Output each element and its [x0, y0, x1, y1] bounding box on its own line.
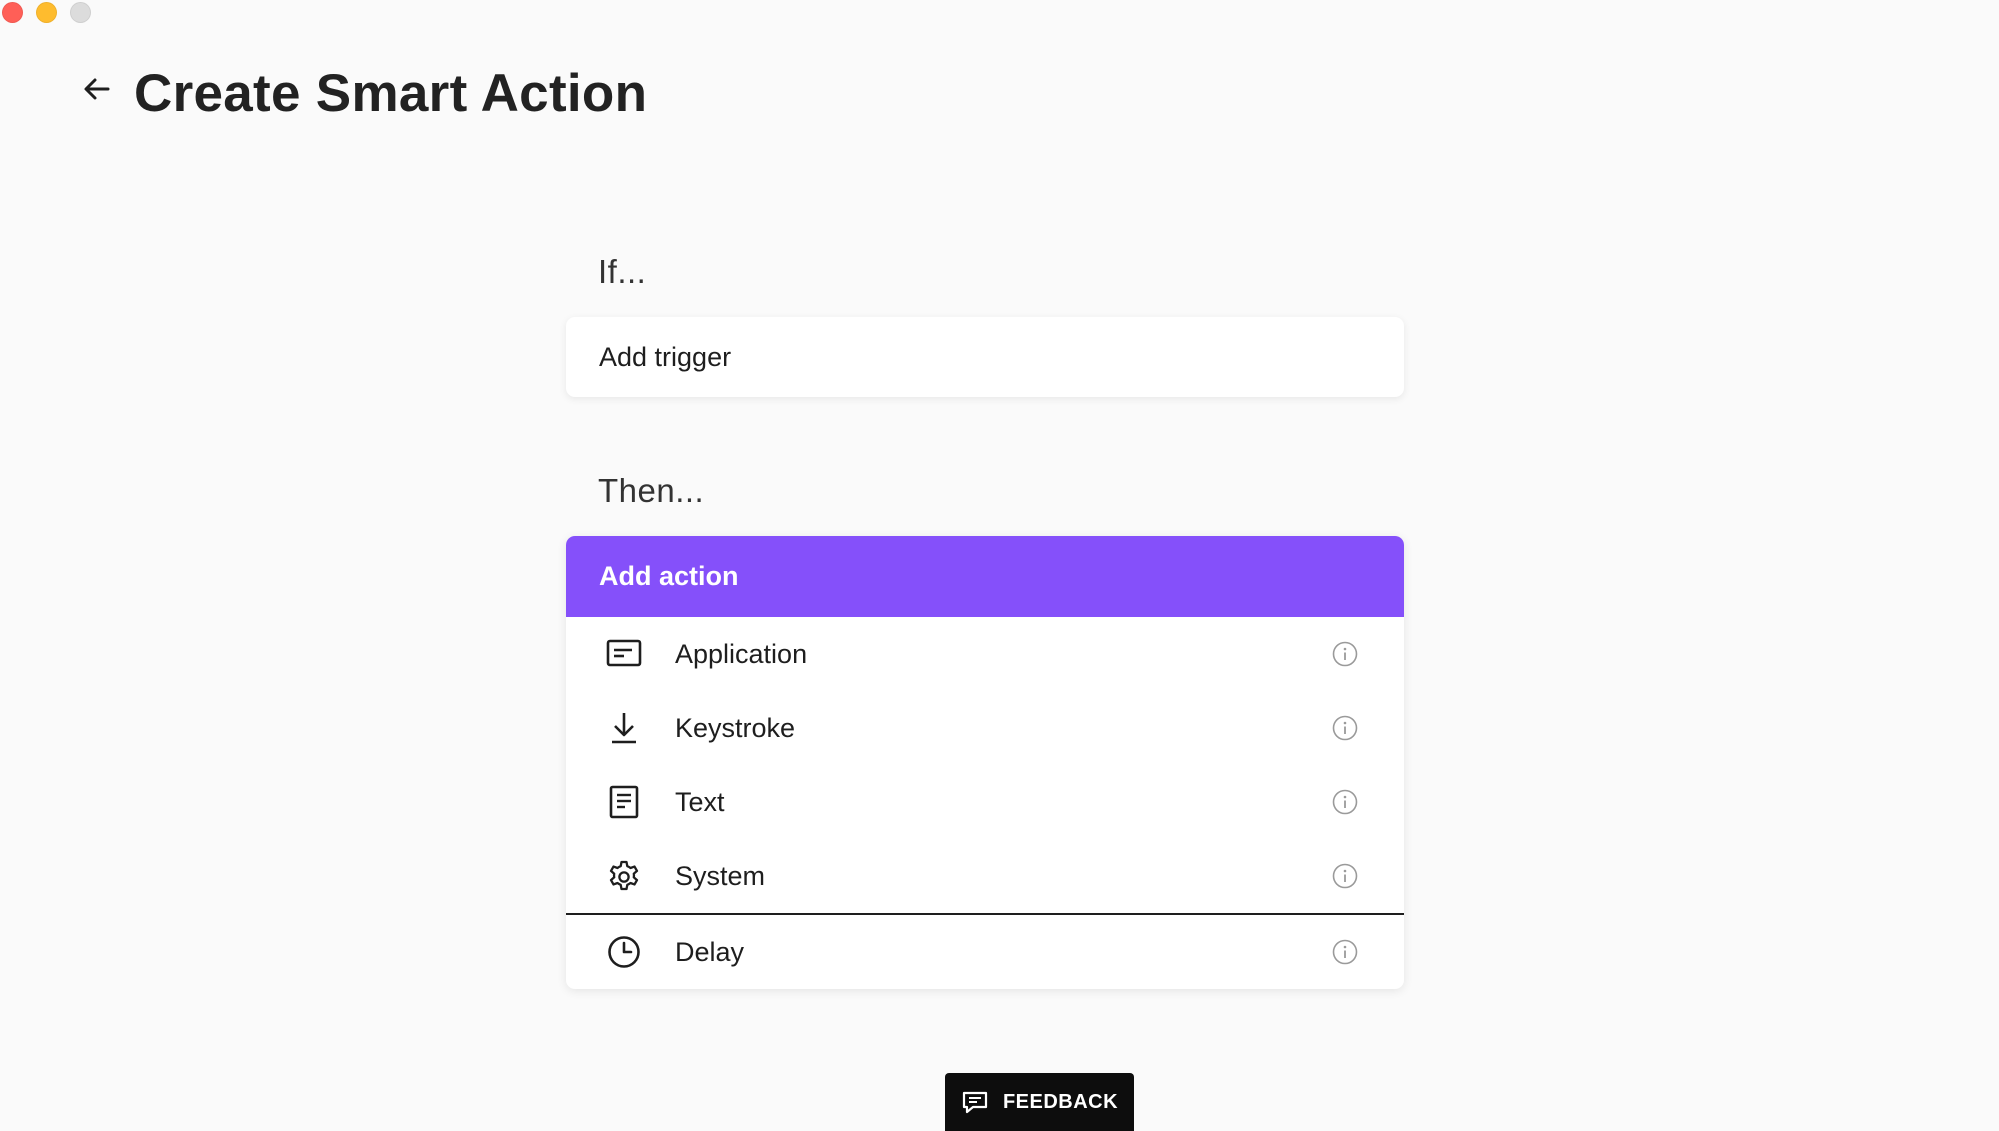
action-item-application[interactable]: Application: [566, 617, 1404, 691]
action-item-keystroke[interactable]: Keystroke: [566, 691, 1404, 765]
window-controls: [2, 2, 91, 23]
arrow-left-icon: [84, 78, 110, 100]
action-item-label: System: [675, 860, 766, 891]
text-document-icon: [606, 784, 642, 820]
application-window-icon: [606, 636, 642, 672]
info-icon[interactable]: [1332, 939, 1358, 965]
action-item-text[interactable]: Text: [566, 765, 1404, 839]
maximize-window-button[interactable]: [70, 2, 91, 23]
add-trigger-button[interactable]: Add trigger: [566, 317, 1404, 397]
gear-icon: [606, 858, 642, 894]
add-action-label: Add action: [599, 561, 739, 591]
page-title: Create Smart Action: [134, 64, 648, 123]
info-icon[interactable]: [1332, 641, 1358, 667]
if-section-label: If...: [598, 253, 647, 290]
add-action-panel: Add action Application Keystroke Text Sy…: [566, 536, 1404, 989]
clock-icon: [606, 934, 642, 970]
info-icon[interactable]: [1332, 863, 1358, 889]
add-action-header[interactable]: Add action: [566, 536, 1404, 617]
action-item-label: Delay: [675, 936, 745, 967]
keystroke-download-icon: [606, 710, 642, 746]
add-trigger-label: Add trigger: [599, 341, 732, 372]
info-icon[interactable]: [1332, 789, 1358, 815]
back-button[interactable]: [80, 72, 114, 106]
action-item-label: Keystroke: [675, 712, 796, 743]
chat-icon: [962, 1091, 988, 1114]
action-item-delay[interactable]: Delay: [566, 915, 1404, 989]
action-item-label: Application: [675, 638, 808, 669]
feedback-label: FEEDBACK: [1002, 1090, 1119, 1113]
close-window-button[interactable]: [2, 2, 23, 23]
feedback-button[interactable]: FEEDBACK: [945, 1073, 1134, 1131]
then-section-label: Then...: [598, 472, 705, 509]
action-item-label: Text: [675, 786, 725, 817]
info-icon[interactable]: [1332, 715, 1358, 741]
action-item-system[interactable]: System: [566, 839, 1404, 913]
minimize-window-button[interactable]: [36, 2, 57, 23]
